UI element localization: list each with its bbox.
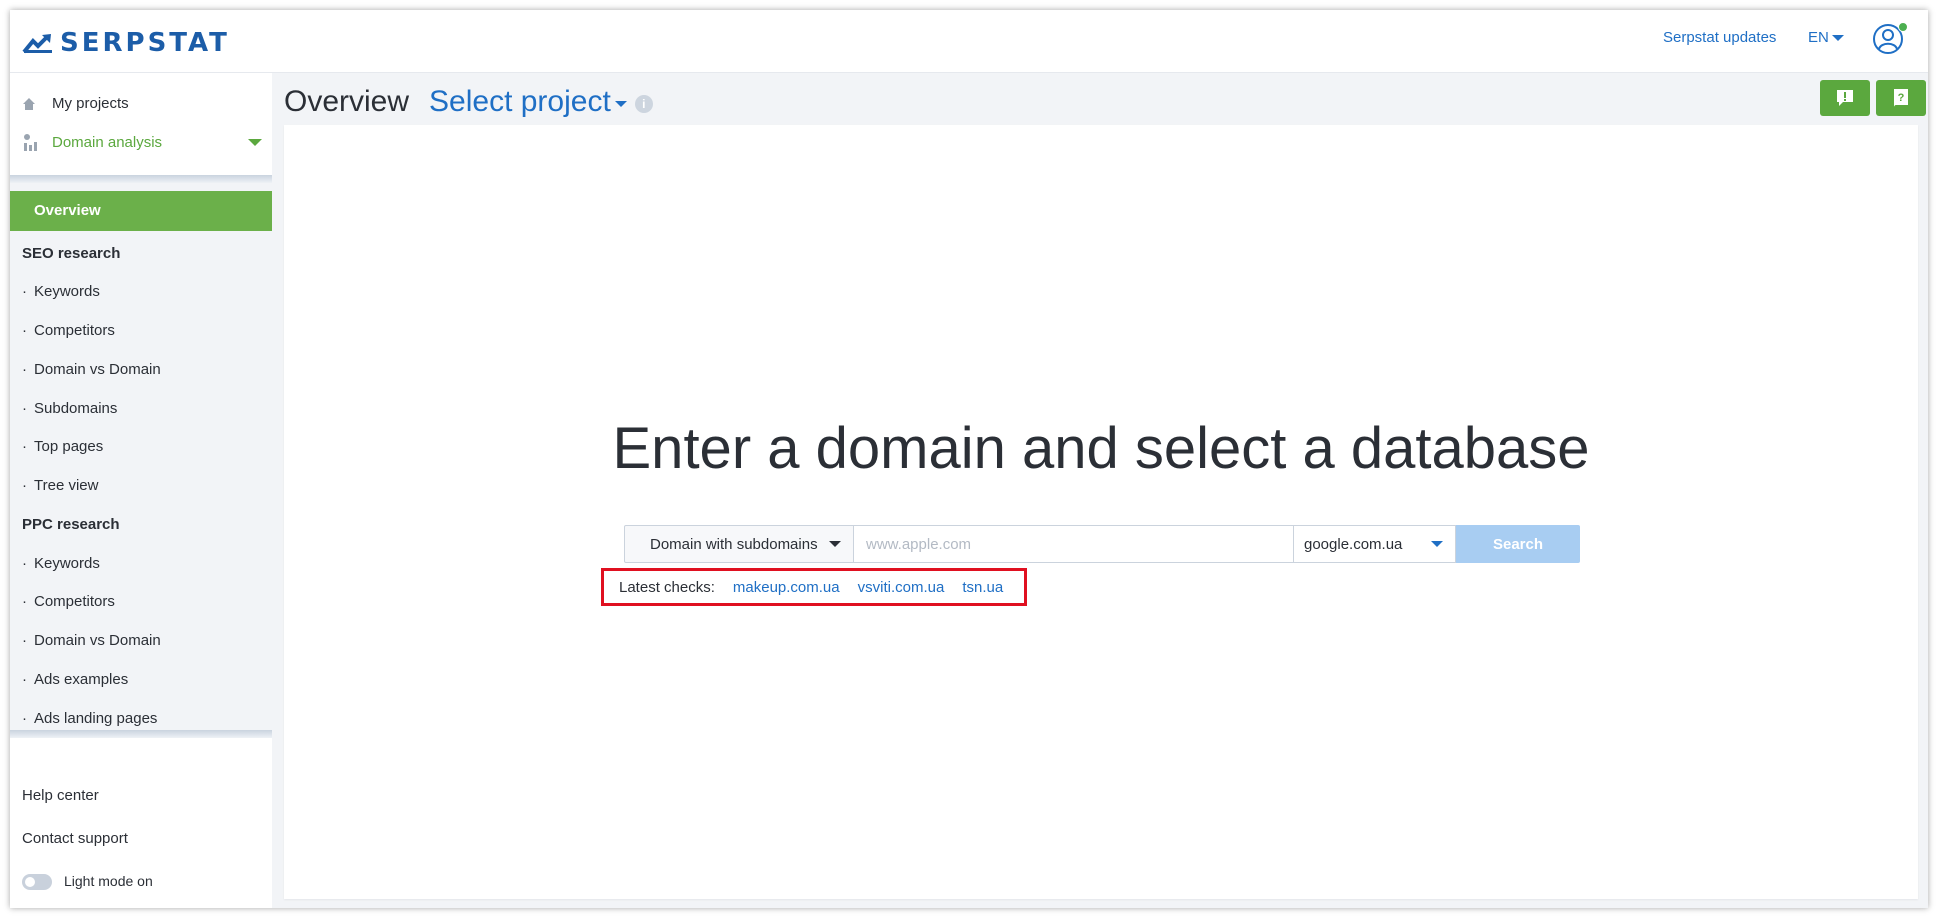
latest-check-link[interactable]: makeup.com.ua	[733, 579, 840, 596]
domain-input[interactable]	[854, 525, 1294, 563]
page-title: Overview	[284, 85, 410, 118]
language-selector[interactable]: EN	[1808, 29, 1844, 46]
scope-select-value: Domain with subdomains	[650, 535, 818, 553]
latest-checks: Latest checks: makeup.com.ua vsviti.com.…	[601, 568, 1027, 606]
latest-checks-label: Latest checks:	[619, 578, 715, 596]
contact-support-link[interactable]: Contact support	[22, 830, 128, 847]
sidebar-item-domain-analysis[interactable]: Domain analysis	[22, 133, 262, 151]
help-center-link[interactable]: Help center	[22, 787, 99, 804]
search-button[interactable]: Search	[1456, 525, 1580, 563]
database-select[interactable]: google.com.ua	[1294, 525, 1456, 563]
sidebar-item-ppc-competitors[interactable]: · Competitors	[22, 593, 115, 610]
project-select-dropdown[interactable]: Select project	[429, 85, 627, 119]
sidebar-item-ppc-ads-landing-pages[interactable]: · Ads landing pages	[22, 710, 157, 727]
sidebar-divider	[10, 730, 272, 738]
main-content: Overview Select project i ? Enter a doma…	[272, 73, 1928, 908]
brand-name: SERPSTAT	[60, 28, 230, 58]
top-bar: SERPSTAT Serpstat updates EN	[10, 10, 1928, 73]
feedback-icon	[1837, 90, 1853, 106]
scope-select[interactable]: Domain with subdomains	[624, 525, 854, 563]
serpstat-logo[interactable]: SERPSTAT	[22, 28, 230, 58]
chevron-down-icon	[829, 541, 841, 547]
domain-analysis-icon	[24, 134, 37, 151]
sidebar-item-seo-tree-view[interactable]: · Tree view	[22, 477, 98, 494]
sidebar-item-seo-domain-vs-domain[interactable]: · Domain vs Domain	[22, 361, 161, 378]
chevron-down-icon	[614, 101, 627, 107]
light-mode-label: Light mode on	[64, 873, 153, 889]
svg-text:?: ?	[1898, 92, 1905, 104]
help-book-button[interactable]: ?	[1876, 80, 1926, 116]
sidebar-item-ppc-keywords[interactable]: · Keywords	[22, 555, 100, 572]
online-status-dot	[1898, 22, 1908, 32]
sidebar-item-ppc-domain-vs-domain[interactable]: · Domain vs Domain	[22, 632, 161, 649]
domain-analysis-menu: Overview SEO research · Keywords · Competi…	[10, 183, 272, 730]
overview-card: Enter a domain and select a database Dom…	[284, 125, 1918, 899]
info-icon[interactable]: i	[634, 95, 653, 113]
latest-check-link[interactable]: vsviti.com.ua	[858, 579, 945, 596]
sidebar-item-seo-subdomains[interactable]: · Subdomains	[22, 400, 117, 417]
sidebar: My projects Domain analysis Overview SEO…	[10, 73, 272, 908]
title-row: Overview Select project i	[284, 85, 653, 119]
app-window: SERPSTAT Serpstat updates EN My projects	[10, 10, 1928, 908]
headline: Enter a domain and select a database	[612, 416, 1590, 481]
serpstat-chart-arrow-icon	[22, 34, 52, 54]
project-select-label: Select project	[429, 85, 611, 118]
home-icon	[23, 97, 35, 110]
database-select-value: google.com.ua	[1304, 535, 1403, 553]
section-ppc-research: PPC research	[22, 516, 120, 533]
chevron-down-icon	[1431, 541, 1443, 547]
sidebar-item-seo-competitors[interactable]: · Competitors	[22, 322, 115, 339]
sidebar-divider	[10, 175, 272, 183]
sidebar-item-seo-top-pages[interactable]: · Top pages	[22, 438, 103, 455]
feedback-button[interactable]	[1820, 80, 1870, 116]
sidebar-item-overview[interactable]: Overview	[10, 191, 272, 231]
serpstat-updates-link[interactable]: Serpstat updates	[1663, 29, 1776, 46]
sidebar-item-seo-keywords[interactable]: · Keywords	[22, 283, 100, 300]
sidebar-item-label: My projects	[52, 95, 129, 112]
sidebar-item-my-projects[interactable]: My projects	[22, 95, 129, 112]
light-mode-toggle[interactable]	[22, 874, 52, 890]
toggle-knob	[25, 877, 35, 887]
help-book-icon: ?	[1894, 89, 1908, 107]
section-seo-research: SEO research	[22, 245, 121, 262]
chevron-down-icon	[248, 138, 262, 146]
sidebar-item-ppc-ads-examples[interactable]: · Ads examples	[22, 671, 128, 688]
domain-search-form: Domain with subdomains google.com.ua Sea…	[624, 525, 1580, 563]
chevron-down-icon	[1831, 34, 1844, 41]
sidebar-item-label: Domain analysis	[52, 133, 163, 151]
language-label: EN	[1808, 29, 1829, 46]
latest-check-link[interactable]: tsn.ua	[962, 579, 1003, 596]
